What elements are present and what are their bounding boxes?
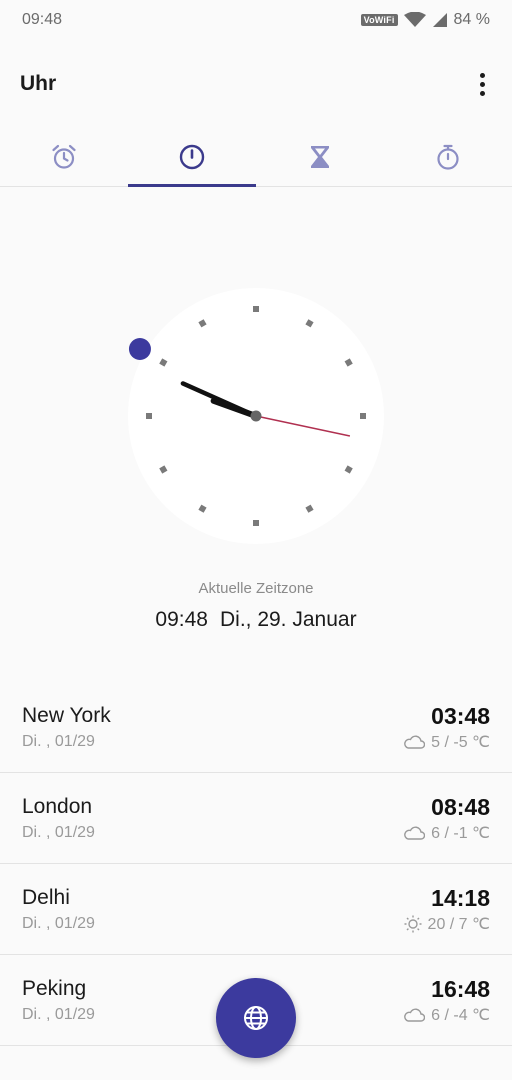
more-options-icon[interactable] [472,70,492,98]
city-temperature: 6 / -4 ℃ [431,1007,490,1024]
city-time: 03:48 [431,703,490,729]
status-bar: 09:48 VoWiFi 84 % [0,0,512,40]
stopwatch-icon [437,144,459,170]
globe-icon [244,1006,268,1030]
seconds-indicator-dot [128,338,151,360]
clock-face [128,288,384,544]
city-weather: 6 / -1 ℃ [403,823,490,843]
add-city-button[interactable] [216,978,296,1058]
city-name: Peking [22,977,87,1000]
clock-tick [253,306,259,312]
clock-center [250,410,262,422]
status-time: 09:48 [22,11,63,28]
city-temperature: 20 / 7 ℃ [427,916,490,933]
city-temperature: 5 / -5 ℃ [431,734,490,751]
city-date: Di. , 01/29 [22,733,95,750]
city-name: London [22,795,93,818]
tab-stopwatch[interactable] [384,128,512,186]
alarm-icon [52,144,76,169]
vowifi-badge: VoWiFi [360,14,398,26]
signal-icon [432,13,447,27]
clock-icon [179,144,205,170]
city-date: Di. , 01/29 [22,1006,95,1023]
app-title: Uhr [20,72,57,95]
cloud-icon [404,735,426,749]
city-name: Delhi [22,886,70,909]
city-date: Di. , 01/29 [22,824,95,841]
city-row-new-york[interactable]: New York Di. , 01/29 03:48 5 / -5 ℃ [0,682,512,773]
wifi-icon [403,12,426,27]
cloud-icon [404,1008,426,1022]
current-timezone-label: Aktuelle Zeitzone [198,580,314,597]
status-icons: VoWiFi 84 % [360,11,490,29]
analog-clock [128,288,384,544]
city-date: Di. , 01/29 [22,915,95,932]
sun-icon [404,915,422,933]
city-weather: 20 / 7 ℃ [404,914,490,934]
current-date: Di., 29. Januar [219,608,357,631]
city-weather: 5 / -5 ℃ [403,732,490,752]
city-time: 14:18 [431,885,490,911]
city-row-delhi[interactable]: Delhi Di. , 01/29 14:18 20 / 7 ℃ [0,864,512,955]
city-weather: 6 / -4 ℃ [403,1005,490,1025]
city-row-london[interactable]: London Di. , 01/29 08:48 6 / -1 ℃ [0,773,512,864]
hourglass-icon [311,146,329,168]
app-bar: Uhr [0,60,512,108]
city-time: 08:48 [431,794,490,820]
clock-tick [360,413,366,419]
current-time: 09:48 [155,608,208,631]
clock-tick [146,413,152,419]
tab-clock[interactable] [128,128,256,187]
city-name: New York [22,704,111,727]
clock-tick [253,520,259,526]
cloud-icon [404,826,426,840]
city-time: 16:48 [431,976,490,1002]
current-timezone-datetime: 09:48 Di., 29. Januar [0,608,512,632]
city-temperature: 6 / -1 ℃ [431,825,490,842]
tab-alarm[interactable] [0,128,128,186]
tab-timer[interactable] [256,128,384,186]
tab-bar [0,128,512,187]
battery-percent: 84 % [453,11,490,28]
